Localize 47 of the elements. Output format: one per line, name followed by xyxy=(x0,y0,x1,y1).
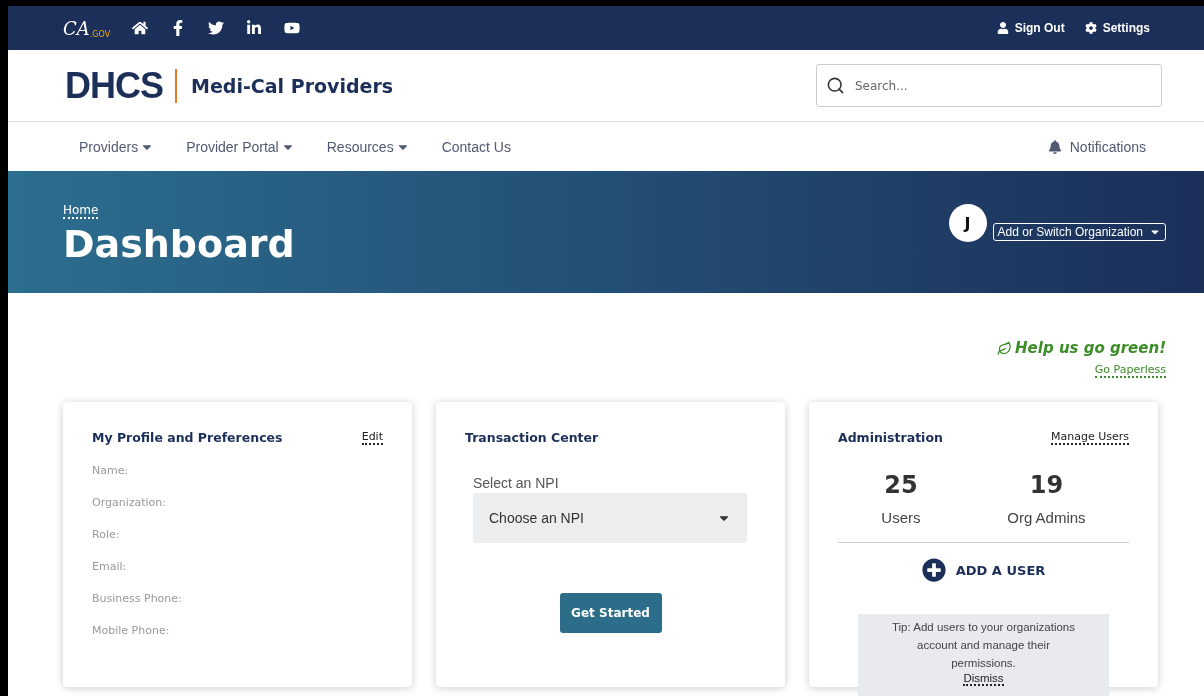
search-icon xyxy=(826,76,845,95)
stat-label: Users xyxy=(881,509,921,526)
card-title: Administration xyxy=(838,430,943,445)
select-label: Select an NPI xyxy=(473,475,560,491)
stat-value: 19 xyxy=(1029,471,1064,499)
get-started-button[interactable]: Get Started xyxy=(559,593,662,633)
settings-link[interactable]: Settings xyxy=(1084,21,1150,35)
card-title: My Profile and Preferences xyxy=(92,430,283,445)
youtube-icon[interactable] xyxy=(284,20,301,36)
search-field[interactable]: Search... xyxy=(816,64,1162,107)
sign-out-link[interactable]: Sign Out xyxy=(996,21,1065,35)
go-paperless-link[interactable]: Go Paperless xyxy=(1094,363,1166,378)
avatar[interactable]: J xyxy=(948,204,987,242)
leaf-icon xyxy=(997,340,1013,356)
npi-select[interactable]: Choose an NPI xyxy=(473,493,747,543)
nav-menu-item[interactable]: Provider Portal xyxy=(186,138,295,155)
edit-link[interactable]: Edit xyxy=(361,430,383,445)
paperless-banner-title: Help us go green! xyxy=(997,339,1166,357)
nav-menu-item[interactable]: Resources xyxy=(326,138,410,155)
dhcs-logo[interactable]: DHCS xyxy=(65,68,177,103)
manage-users-link[interactable]: Manage Users xyxy=(1051,430,1129,445)
dismiss-link[interactable]: Dismiss xyxy=(963,672,1004,686)
nav-menu-item[interactable]: Contact Us xyxy=(441,138,511,155)
plus-icon xyxy=(921,558,946,582)
twitter-icon[interactable] xyxy=(208,20,225,36)
settings-icon xyxy=(1084,22,1097,34)
profile-field-label: Business Phone: xyxy=(92,592,183,605)
breadcrumb-link[interactable]: Home xyxy=(63,202,99,219)
profile-field-label: Role: xyxy=(92,528,121,541)
stat-value: 25 xyxy=(884,471,918,499)
bell-icon xyxy=(1047,139,1062,154)
profile-field-label: Mobile Phone: xyxy=(92,624,171,637)
card-title: Transaction Center xyxy=(465,430,600,445)
profile-field-label: Name: xyxy=(92,464,130,477)
add-user-button[interactable]: ADD A USER xyxy=(915,557,1052,583)
linkedin-icon[interactable] xyxy=(246,20,263,36)
notifications-link[interactable]: Notifications xyxy=(1047,138,1146,155)
site-name: Medi-Cal Providers xyxy=(191,74,394,97)
home-icon[interactable] xyxy=(132,20,149,36)
tip-text: Tip: Add users to your organizations account and manage their permissions. xyxy=(890,620,1076,671)
profile-field-label: Organization: xyxy=(92,496,168,509)
profile-field-label: Email: xyxy=(92,560,128,573)
organization-dropdown[interactable]: Add or Switch Organization xyxy=(992,223,1166,241)
nav-menu-item[interactable]: Providers xyxy=(79,138,155,155)
page-title: Dashboard xyxy=(63,221,295,266)
user-icon xyxy=(996,22,1009,34)
stat-label: Org Admins xyxy=(1007,509,1086,526)
